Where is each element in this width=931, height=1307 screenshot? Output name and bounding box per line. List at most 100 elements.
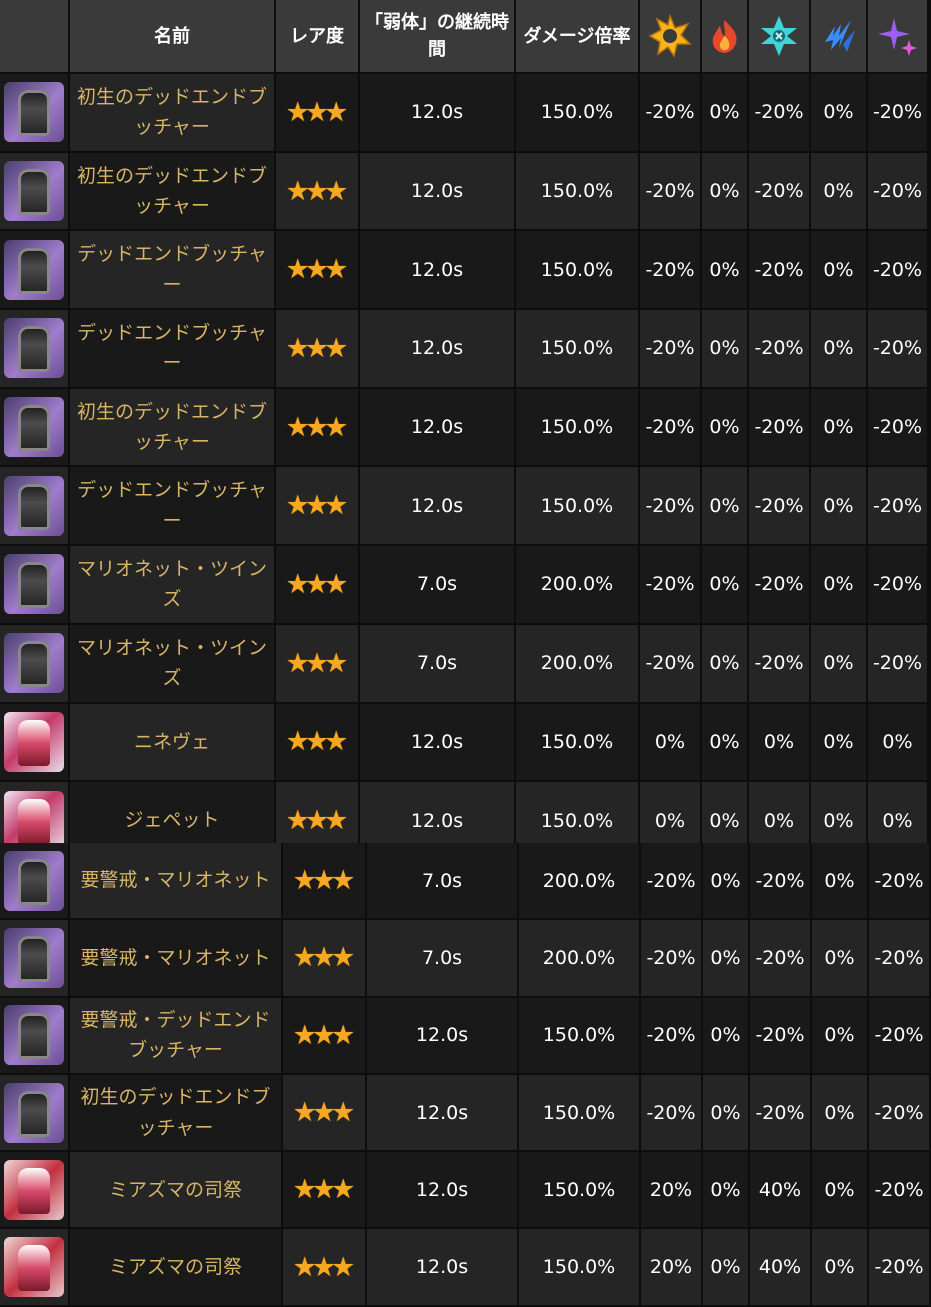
light-value: -20% <box>640 74 700 153</box>
header-rarity: レア度 <box>276 0 358 74</box>
dark-value: -20% <box>868 152 927 232</box>
enemy-name[interactable]: 要警戒・マリオネット <box>70 843 281 921</box>
rarity-stars: ★ ★ ★ <box>276 310 358 389</box>
duration-value: 12.0s <box>360 74 514 153</box>
enemy-name[interactable]: 要警戒・マリオネット <box>70 920 281 998</box>
row-thumb-cell <box>0 624 68 704</box>
duration-value: 12.0s <box>367 1074 517 1153</box>
enemy-thumbnail[interactable] <box>4 1237 64 1298</box>
enemy-name[interactable]: ミアズマの司祭 <box>70 1229 281 1307</box>
enemy-debuff-table: 名前 レア度 「弱体」の継続時間 ダメージ倍率 初生のデッドエンドブッチャー ★… <box>0 0 931 1307</box>
header-ice <box>749 0 809 74</box>
enemy-thumbnail[interactable] <box>4 161 64 222</box>
table-lower: 要警戒・マリオネット ★ ★ ★ 7.0s 200.0% -20% 0% -20% … <box>0 843 929 1307</box>
row-thumb-cell <box>0 74 68 153</box>
fire-value: 0% <box>703 843 748 921</box>
enemy-name[interactable]: デッドエンドブッチャー <box>70 231 274 311</box>
enemy-thumbnail[interactable] <box>4 850 64 911</box>
enemy-name[interactable]: デッドエンドブッチャー <box>70 310 274 389</box>
row-thumb-cell <box>0 843 68 921</box>
star-icon: ★ <box>331 1097 356 1129</box>
enemy-thumbnail[interactable] <box>4 318 64 379</box>
star-icon: ★ <box>331 865 356 897</box>
row-thumb-cell <box>0 546 68 625</box>
enemy-name[interactable]: ミアズマの司祭 <box>70 1152 281 1230</box>
enemy-thumbnail[interactable] <box>4 1005 64 1066</box>
duration-value: 7.0s <box>367 920 517 998</box>
dark-value: -20% <box>868 388 927 468</box>
dark-sparkle-icon <box>877 18 917 56</box>
lightning-icon <box>824 20 855 52</box>
lightning-value: 0% <box>811 703 866 783</box>
star-icon: ★ <box>331 1174 356 1206</box>
damage-value: 150.0% <box>516 467 638 547</box>
enemy-name[interactable]: マリオネット・ツインズ <box>70 546 274 625</box>
dark-value: 0% <box>868 703 927 783</box>
enemy-name[interactable]: 初生のデッドエンドブッチャー <box>70 1074 281 1153</box>
enemy-thumbnail[interactable] <box>4 711 64 772</box>
lightning-value: 0% <box>812 920 867 998</box>
duration-value: 7.0s <box>360 624 514 704</box>
enemy-name[interactable]: ニネヴェ <box>70 703 274 783</box>
header-dark <box>868 0 927 74</box>
damage-value: 150.0% <box>516 388 638 468</box>
enemy-thumbnail[interactable] <box>4 1159 64 1220</box>
enemy-thumbnail[interactable] <box>4 790 64 851</box>
rarity-stars: ★ ★ ★ <box>276 152 358 232</box>
light-value: -20% <box>640 231 700 311</box>
header-thumb <box>0 0 68 74</box>
lightning-value: 0% <box>811 231 866 311</box>
enemy-thumbnail[interactable] <box>4 397 64 458</box>
lightning-value: 0% <box>811 74 866 153</box>
ice-value: -20% <box>749 546 809 625</box>
enemy-name[interactable]: 初生のデッドエンドブッチャー <box>70 152 274 232</box>
dark-value: -20% <box>869 997 929 1075</box>
enemy-thumbnail[interactable] <box>4 554 64 615</box>
star-icon: ★ <box>331 1251 356 1283</box>
light-value: -20% <box>641 920 701 998</box>
light-value: -20% <box>640 546 700 625</box>
enemy-thumbnail[interactable] <box>4 927 64 988</box>
enemy-name[interactable]: デッドエンドブッチャー <box>70 467 274 547</box>
enemy-name[interactable]: 初生のデッドエンドブッチャー <box>70 388 274 468</box>
light-value: -20% <box>640 467 700 547</box>
dark-value: -20% <box>869 920 929 998</box>
enemy-thumbnail[interactable] <box>4 633 64 694</box>
header-lightning <box>811 0 866 74</box>
fire-value: 0% <box>703 1152 748 1230</box>
duration-value: 12.0s <box>360 310 514 389</box>
enemy-thumbnail[interactable] <box>4 82 64 143</box>
fire-value: 0% <box>702 310 747 389</box>
rarity-stars: ★ ★ ★ <box>276 467 358 547</box>
duration-value: 7.0s <box>360 546 514 625</box>
light-value: 20% <box>641 1229 701 1307</box>
lightning-value: 0% <box>811 388 866 468</box>
row-thumb-cell <box>0 231 68 311</box>
rarity-stars: ★ ★ ★ <box>276 624 358 704</box>
enemy-thumbnail[interactable] <box>4 1082 64 1143</box>
dark-value: -20% <box>868 310 927 389</box>
fire-value: 0% <box>702 152 747 232</box>
lightning-value: 0% <box>812 843 867 921</box>
header-fire <box>702 0 747 74</box>
enemy-name[interactable]: マリオネット・ツインズ <box>70 624 274 704</box>
row-thumb-cell <box>0 310 68 389</box>
rarity-stars: ★ ★ ★ <box>283 843 365 921</box>
dark-value: -20% <box>869 1229 929 1307</box>
ice-value: -20% <box>750 843 810 921</box>
enemy-name[interactable]: 初生のデッドエンドブッチャー <box>70 74 274 153</box>
enemy-thumbnail[interactable] <box>4 475 64 536</box>
enemy-thumbnail[interactable] <box>4 239 64 300</box>
damage-value: 150.0% <box>516 703 638 783</box>
ice-value: -20% <box>749 467 809 547</box>
star-icon: ★ <box>331 942 356 974</box>
light-value: 0% <box>640 703 700 783</box>
fire-value: 0% <box>703 997 748 1075</box>
duration-value: 12.0s <box>360 388 514 468</box>
rarity-stars: ★ ★ ★ <box>283 1152 365 1230</box>
fire-icon <box>712 20 737 53</box>
ice-value: -20% <box>750 997 810 1075</box>
ice-value: -20% <box>749 152 809 232</box>
damage-value: 150.0% <box>516 231 638 311</box>
enemy-name[interactable]: 要警戒・デッドエンドブッチャー <box>70 997 281 1075</box>
